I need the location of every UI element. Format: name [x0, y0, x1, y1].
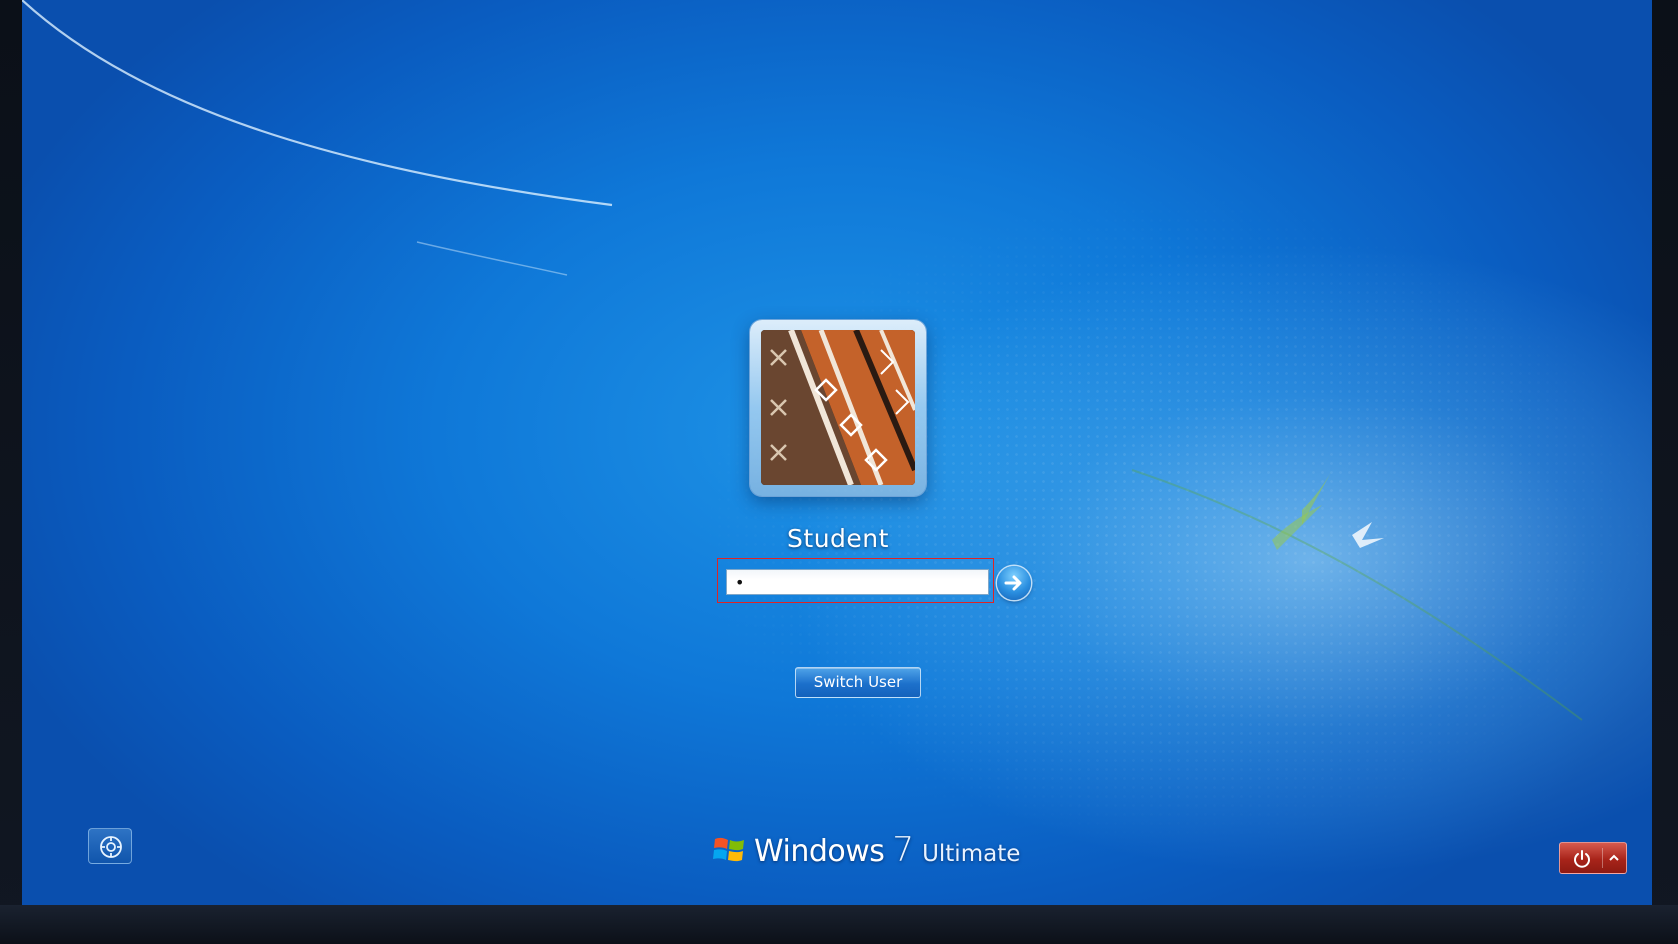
- ease-of-access-button[interactable]: [88, 828, 132, 864]
- arrow-right-icon: [1004, 575, 1022, 591]
- password-field[interactable]: [726, 569, 989, 595]
- user-tile[interactable]: [750, 320, 926, 496]
- switch-user-button[interactable]: Switch User: [795, 667, 921, 698]
- submit-button[interactable]: [997, 566, 1031, 600]
- user-name: Student: [787, 524, 889, 553]
- logon-screen: Student Switch User Windows 7: [22, 0, 1652, 905]
- shutdown-button[interactable]: [1559, 842, 1627, 874]
- windows-edition: Ultimate: [922, 841, 1021, 867]
- chevron-up-icon[interactable]: [1607, 851, 1621, 865]
- shutdown-divider: [1602, 848, 1603, 868]
- power-icon: [1574, 850, 1590, 868]
- windows-wordmark: Windows: [754, 834, 885, 869]
- windows-branding: Windows 7 Ultimate: [712, 830, 1020, 870]
- ease-of-access-icon: [100, 836, 122, 858]
- monitor: Student Switch User Windows 7: [0, 0, 1678, 944]
- windows-version: 7: [892, 830, 915, 870]
- monitor-bezel: [0, 905, 1678, 944]
- windows-flag-icon: [713, 837, 744, 862]
- user-avatar: [761, 330, 915, 485]
